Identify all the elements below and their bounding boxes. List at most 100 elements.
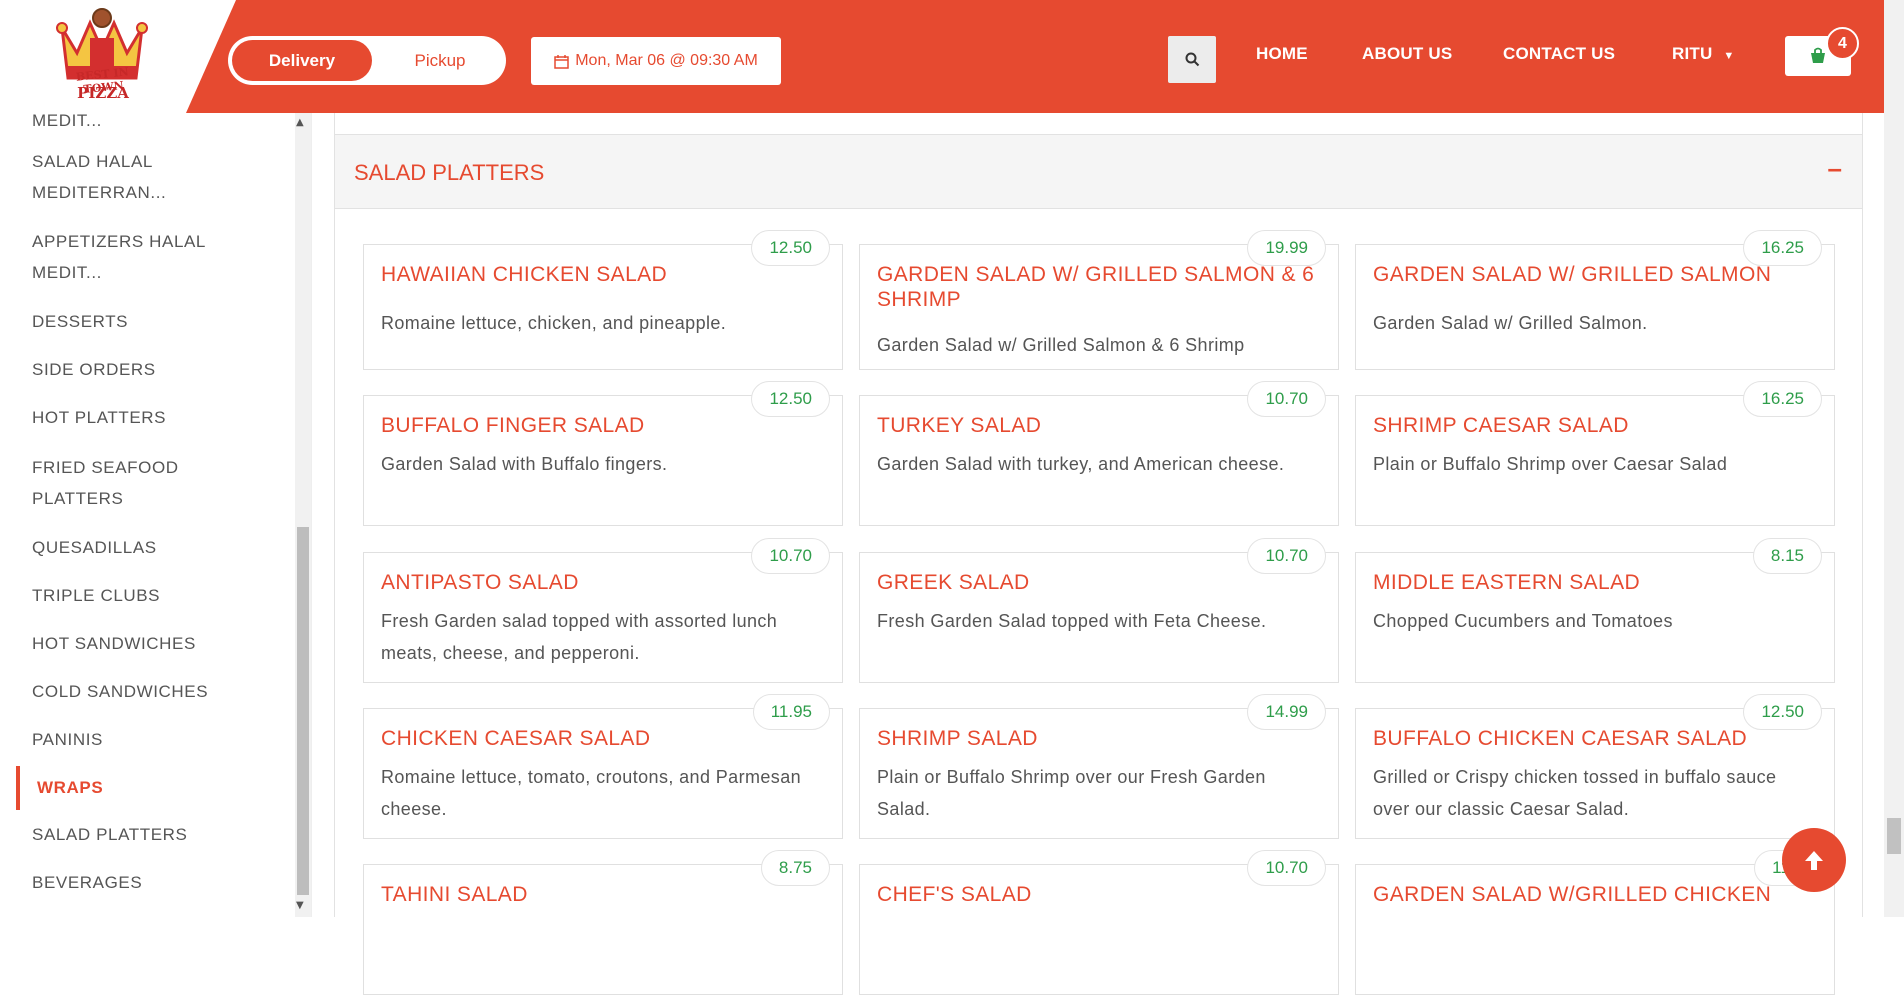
logo-area: BEST IN TOWN PIZZA bbox=[0, 0, 236, 113]
menu-item-name: TAHINI SALAD bbox=[381, 883, 528, 906]
menu-item-card[interactable]: 10.70 CHEF'S SALAD bbox=[859, 850, 1339, 995]
price-badge: 11.95 bbox=[752, 694, 830, 730]
sidebar-item-fried-seafood-platters[interactable]: FRIED SEAFOOD PLATTERS bbox=[32, 452, 272, 514]
sidebar-item-cold-sandwiches[interactable]: COLD SANDWICHES bbox=[32, 676, 272, 707]
price-badge: 8.75 bbox=[760, 850, 830, 886]
sidebar-item-hot-platters[interactable]: HOT PLATTERS bbox=[32, 402, 272, 433]
sidebar-item-label: HOT SANDWICHES bbox=[32, 634, 196, 653]
price-badge: 19.99 bbox=[1247, 230, 1326, 266]
menu-item-card[interactable]: 16.25 SHRIMP CAESAR SALAD Plain or Buffalo… bbox=[1355, 381, 1835, 526]
nav-home[interactable]: HOME bbox=[1256, 44, 1308, 64]
section-header[interactable]: SALAD PLATTERS – bbox=[334, 134, 1863, 209]
nav-contact-us[interactable]: CONTACT US bbox=[1503, 44, 1615, 64]
user-menu[interactable]: RITU ▼ bbox=[1672, 44, 1735, 64]
sidebar-item-label: WRAPS bbox=[37, 778, 104, 797]
menu-item-card[interactable]: 11.5GARDEN SALAD W/GRILLED CHICKEN bbox=[1355, 850, 1835, 995]
sidebar-item-triple-clubs[interactable]: TRIPLE CLUBS bbox=[32, 580, 272, 611]
sidebar-item-salad-halal-mediterran[interactable]: SALAD HALAL MEDITERRAN... bbox=[32, 146, 272, 208]
menu-item-name: GARDEN SALAD W/ GRILLED SALMON bbox=[1373, 263, 1772, 286]
sidebar-item-quesadillas[interactable]: QUESADILLAS bbox=[32, 532, 272, 563]
menu-items-grid: 12.50 HAWAIIAN CHICKEN SALAD Romaine lettu… bbox=[334, 209, 1863, 995]
sidebar-scroll-thumb[interactable] bbox=[297, 527, 309, 895]
sidebar-item-label: TRIPLE CLUBS bbox=[32, 586, 161, 605]
menu-item-card[interactable]: 16.25 GARDEN SALAD W/ GRILLED SALMON Garde… bbox=[1355, 230, 1835, 370]
price-badge: 16.25 bbox=[1743, 381, 1822, 417]
menu-item-name: CHICKEN CAESAR SALAD bbox=[381, 727, 651, 750]
menu-item-description: Plain or Buffalo Shrimp over our Fresh G… bbox=[877, 767, 1266, 819]
pickup-option[interactable]: Pickup bbox=[378, 40, 502, 81]
menu-item-name: CHEF'S SALAD bbox=[877, 883, 1032, 906]
menu-item-card[interactable]: 12.50 BUFFALO CHICKEN CAESAR SALAD Grilled… bbox=[1355, 694, 1835, 839]
menu-item-description: Romaine lettuce, tomato, croutons, and P… bbox=[381, 767, 802, 819]
sidebar-item-label: SALAD HALAL bbox=[32, 152, 153, 171]
menu-item-card[interactable]: 8.75 TAHINI SALAD bbox=[363, 850, 843, 995]
price-badge: 16.25 bbox=[1743, 230, 1822, 266]
sidebar-item-medit[interactable]: MEDIT... bbox=[32, 113, 272, 136]
sidebar-active-indicator bbox=[16, 766, 20, 810]
page-scrollbar[interactable] bbox=[1884, 0, 1904, 917]
menu-item-name: BUFFALO CHICKEN CAESAR SALAD bbox=[1373, 727, 1748, 750]
sidebar-item-wraps[interactable]: WRAPS bbox=[37, 772, 277, 803]
sidebar-item-side-orders[interactable]: SIDE ORDERS bbox=[32, 354, 272, 385]
sidebar-item-appetizers-halal-medit[interactable]: APPETIZERS HALAL MEDIT... bbox=[32, 226, 272, 288]
back-to-top-button[interactable] bbox=[1782, 828, 1846, 892]
menu-item-name: BUFFALO FINGER SALAD bbox=[381, 414, 645, 437]
sidebar-item-salad-platters[interactable]: SALAD PLATTERS bbox=[32, 819, 272, 850]
menu-item-card[interactable]: 11.95 CHICKEN CAESAR SALAD Romaine lettuce… bbox=[363, 694, 843, 839]
menu-item-name: GARDEN SALAD W/GRILLED CHICKEN bbox=[1373, 883, 1772, 906]
sidebar-item-beverages[interactable]: BEVERAGES bbox=[32, 867, 272, 898]
price-badge: 8.15 bbox=[1752, 538, 1822, 574]
menu-item-card[interactable]: 14.99 SHRIMP SALAD Plain or Buffalo Shrimp… bbox=[859, 694, 1339, 839]
category-sidebar: MEDIT... SALAD HALAL MEDITERRAN... APPETIZE… bbox=[0, 113, 312, 917]
scroll-down-arrow-icon[interactable]: ▼ bbox=[296, 900, 304, 911]
sidebar-item-label: PANINIS bbox=[32, 730, 103, 749]
sidebar-item-label: MEDIT... bbox=[32, 113, 102, 130]
sidebar-item-label: HOT PLATTERS bbox=[32, 408, 167, 427]
menu-item-name: HAWAIIAN CHICKEN SALAD bbox=[381, 263, 668, 286]
menu-item-card[interactable]: 12.50 BUFFALO FINGER SALAD Garden Salad wi… bbox=[363, 381, 843, 526]
menu-item-name: MIDDLE EASTERN SALAD bbox=[1373, 571, 1641, 594]
menu-item-card[interactable]: 8.15 MIDDLE EASTERN SALAD Chopped Cucumber… bbox=[1355, 538, 1835, 683]
section-title: SALAD PLATTERS bbox=[354, 160, 545, 185]
sidebar-item-label: FRIED SEAFOOD bbox=[32, 458, 179, 477]
sidebar-item-label: MEDITERRAN... bbox=[32, 183, 167, 202]
menu-item-card[interactable]: 10.70 ANTIPASTO SALAD Fresh Garden salad t… bbox=[363, 538, 843, 683]
search-button[interactable] bbox=[1168, 36, 1216, 83]
menu-item-name: SHRIMP CAESAR SALAD bbox=[1373, 414, 1629, 437]
scroll-up-arrow-icon[interactable]: ▲ bbox=[296, 117, 304, 128]
menu-item-name: GARDEN SALAD W/ GRILLED SALMON & 6 SHRIM… bbox=[877, 263, 1315, 311]
menu-item-name: GREEK SALAD bbox=[877, 571, 1030, 594]
sidebar-item-paninis[interactable]: PANINIS bbox=[32, 724, 272, 755]
search-icon bbox=[1185, 52, 1199, 67]
menu-item-name: TURKEY SALAD bbox=[877, 414, 1042, 437]
price-badge: 14.99 bbox=[1247, 694, 1326, 730]
sidebar-item-desserts[interactable]: DESSERTS bbox=[32, 306, 272, 337]
sidebar-item-label: MEDIT... bbox=[32, 263, 102, 282]
delivery-option[interactable]: Delivery bbox=[232, 40, 372, 81]
order-datetime-button[interactable]: Mon, Mar 06 @ 09:30 AM bbox=[531, 37, 781, 85]
menu-item-description: Fresh Garden salad topped with assorted … bbox=[381, 611, 778, 663]
menu-item-card[interactable]: 12.50 HAWAIIAN CHICKEN SALAD Romaine lettu… bbox=[363, 230, 843, 370]
logo-text-bottom: PIZZA bbox=[77, 84, 129, 102]
cart-count-badge: 4 bbox=[1826, 27, 1859, 60]
menu-item-card[interactable]: 10.70 GREEK SALAD Fresh Garden Salad toppe… bbox=[859, 538, 1339, 683]
price-badge: 12.50 bbox=[751, 230, 830, 266]
page-scroll-thumb[interactable] bbox=[1887, 818, 1901, 854]
price-badge: 10.70 bbox=[1247, 850, 1326, 886]
previous-section-bottom bbox=[334, 113, 1863, 135]
price-badge: 10.70 bbox=[1247, 381, 1326, 417]
nav-about-us[interactable]: ABOUT US bbox=[1362, 44, 1452, 64]
sidebar-item-label: SALAD PLATTERS bbox=[32, 825, 188, 844]
sidebar-item-label: SIDE ORDERS bbox=[32, 360, 156, 379]
menu-item-description: Plain or Buffalo Shrimp over Caesar Sala… bbox=[1373, 454, 1728, 474]
collapse-icon[interactable]: – bbox=[1828, 153, 1842, 184]
menu-item-description: Garden Salad w/ Grilled Salmon & 6 Shrim… bbox=[877, 335, 1245, 355]
sidebar-item-label: QUESADILLAS bbox=[32, 538, 157, 557]
order-datetime-text: Mon, Mar 06 @ 09:30 AM bbox=[575, 52, 758, 69]
top-header: BEST IN TOWN PIZZA Delivery Pickup Mon, … bbox=[0, 0, 1884, 113]
menu-item-description: Garden Salad with turkey, and American c… bbox=[877, 454, 1285, 474]
sidebar-item-hot-sandwiches[interactable]: HOT SANDWICHES bbox=[32, 628, 272, 659]
menu-item-card[interactable]: 19.99 GARDEN SALAD W/ GRILLED SALMON & 6 … bbox=[859, 230, 1339, 370]
menu-item-card[interactable]: 10.70 TURKEY SALAD Garden Salad with turke… bbox=[859, 381, 1339, 526]
price-badge: 10.70 bbox=[1247, 538, 1326, 574]
